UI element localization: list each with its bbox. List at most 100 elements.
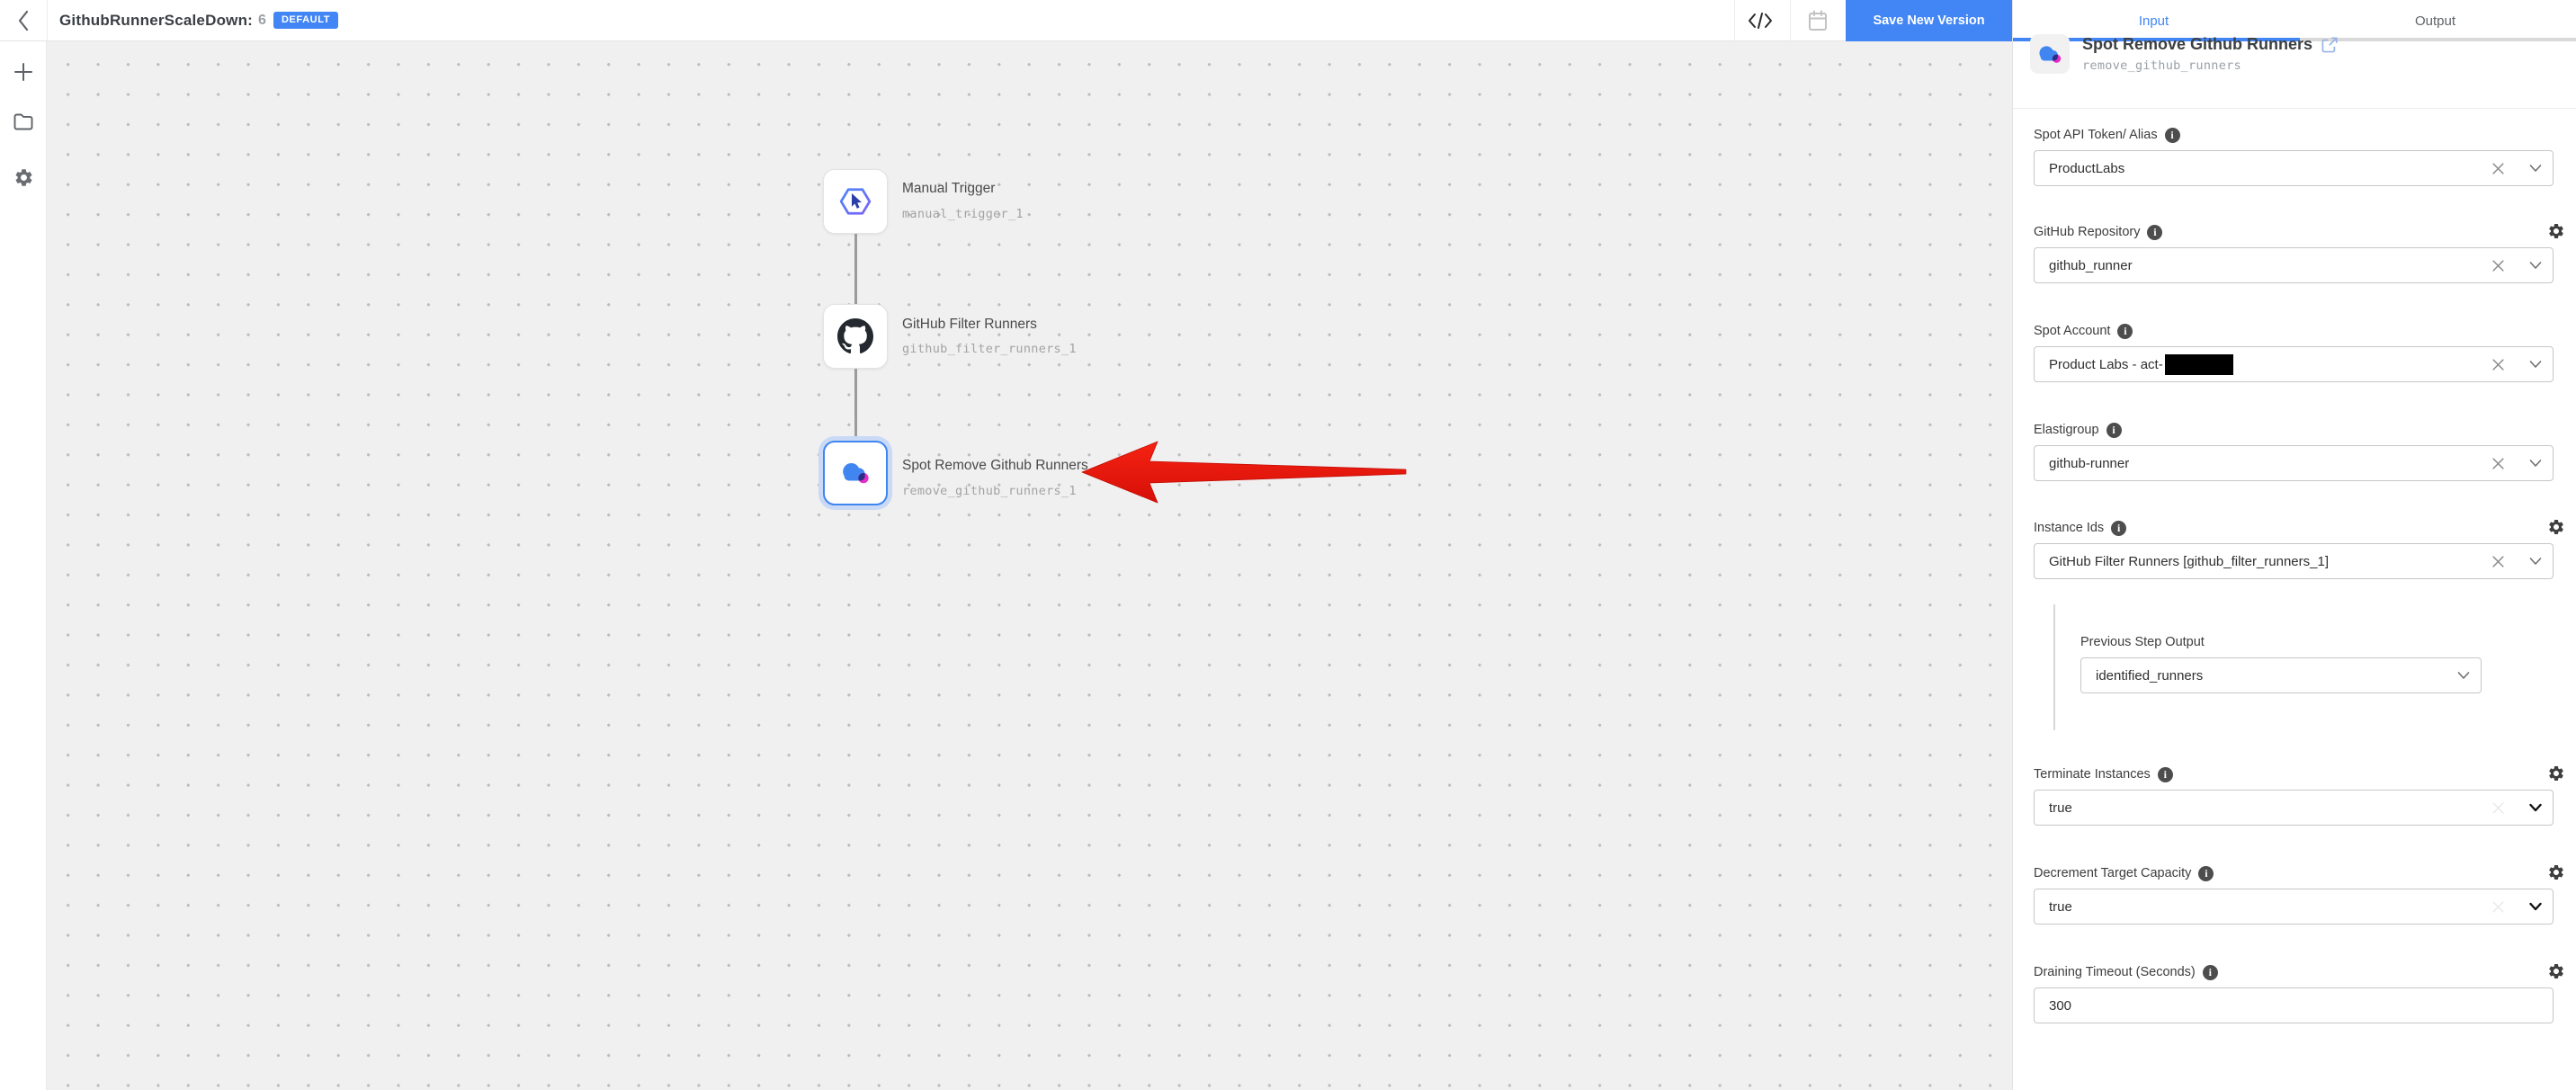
clear-icon[interactable]	[2491, 162, 2505, 175]
field-label: GitHub Repository	[2034, 225, 2140, 239]
field-value: Product Labs - act-	[2049, 357, 2163, 372]
field-value: identified_runners	[2096, 668, 2203, 683]
draining-timeout-input[interactable]: 300	[2034, 987, 2554, 1023]
chevron-down-icon[interactable]	[2529, 261, 2542, 270]
node-github-filter-runners[interactable]	[823, 304, 888, 369]
field-label: Elastigroup	[2034, 423, 2099, 437]
field-draining-timeout: Draining Timeout (Seconds) i 300	[2034, 963, 2554, 981]
step-icon-tile	[2030, 34, 2070, 74]
decrement-target-capacity-select[interactable]: true	[2034, 889, 2554, 925]
field-spot-api-token-alias: Spot API Token/ Alias i ProductLabs	[2034, 126, 2554, 144]
panel-header: Spot Remove Github Runners remove_github…	[2030, 34, 2338, 74]
tab-output-underline	[2300, 38, 2576, 41]
chevron-down-icon[interactable]	[2529, 360, 2542, 369]
github-repository-select[interactable]: github_runner	[2034, 247, 2554, 283]
schedule-button[interactable]	[1797, 0, 1838, 40]
step-config-panel: Input Output Spot Remove Github Runners	[2012, 0, 2576, 1090]
info-icon[interactable]: i	[2147, 225, 2162, 240]
node-step-id: github_filter_runners_1	[902, 342, 1077, 356]
workflow-version: 6	[258, 13, 266, 29]
clear-icon[interactable]	[2491, 457, 2505, 470]
panel-step-type: remove_github_runners	[2082, 58, 2338, 73]
chevron-down-icon[interactable]	[2529, 557, 2542, 566]
field-github-repository: GitHub Repository i github_runner	[2034, 223, 2554, 241]
code-icon	[1748, 13, 1773, 29]
field-label: Previous Step Output	[2080, 635, 2205, 649]
chevron-down-icon[interactable]	[2457, 671, 2470, 680]
gear-icon[interactable]	[2547, 962, 2565, 980]
info-icon[interactable]: i	[2165, 128, 2180, 143]
clear-icon[interactable]	[2491, 358, 2505, 371]
chevron-down-icon[interactable]	[2529, 459, 2542, 468]
toolbar-divider	[1734, 0, 1735, 40]
default-badge: DEFAULT	[273, 12, 338, 29]
gear-icon[interactable]	[2547, 222, 2565, 240]
info-icon[interactable]: i	[2203, 965, 2218, 980]
clear-icon[interactable]	[2491, 259, 2505, 272]
field-label: Spot Account	[2034, 324, 2110, 338]
gear-icon[interactable]	[2547, 863, 2565, 881]
redaction-bar	[2165, 354, 2233, 375]
panel-divider	[2013, 108, 2576, 109]
field-value: github-runner	[2049, 456, 2129, 471]
clear-icon	[2491, 801, 2505, 815]
info-icon[interactable]: i	[2106, 423, 2122, 438]
chevron-down-icon[interactable]	[2529, 803, 2542, 812]
node-spot-remove-github-runners[interactable]	[823, 441, 888, 505]
node-step-id: manual_trigger_1	[902, 207, 1024, 221]
add-step-button[interactable]	[5, 54, 41, 90]
gear-icon[interactable]	[2547, 518, 2565, 536]
elastigroup-select[interactable]: github-runner	[2034, 445, 2554, 481]
folder-icon	[13, 112, 34, 131]
chevron-down-icon[interactable]	[2529, 902, 2542, 911]
field-label: Spot API Token/ Alias	[2034, 128, 2158, 142]
previous-step-output-select[interactable]: identified_runners	[2080, 657, 2482, 693]
settings-button[interactable]	[5, 159, 41, 195]
spot-api-token-select[interactable]: ProductLabs	[2034, 150, 2554, 186]
info-icon[interactable]: i	[2117, 324, 2133, 339]
red-arrow-annotation	[1075, 436, 1417, 513]
chevron-down-icon[interactable]	[2529, 164, 2542, 173]
node-title: Spot Remove Github Runners	[902, 458, 1088, 474]
field-decrement-target-capacity: Decrement Target Capacity i true	[2034, 864, 2554, 882]
settings-gear-icon	[13, 167, 34, 188]
panel-title: Spot Remove Github Runners	[2082, 35, 2312, 54]
clear-icon	[2491, 900, 2505, 914]
instance-ids-select[interactable]: GitHub Filter Runners [github_filter_run…	[2034, 543, 2554, 579]
field-terminate-instances: Terminate Instances i true	[2034, 765, 2554, 783]
clear-icon[interactable]	[2491, 555, 2505, 568]
files-button[interactable]	[5, 103, 41, 139]
manual-trigger-icon	[838, 184, 872, 219]
gear-icon[interactable]	[2547, 764, 2565, 782]
save-new-version-button[interactable]: Save New Version	[1846, 0, 2012, 41]
spot-icon	[2036, 43, 2063, 66]
nested-group-line	[2053, 604, 2055, 730]
back-icon	[17, 10, 30, 31]
node-connector	[854, 369, 857, 437]
field-value: 300	[2049, 998, 2071, 1014]
field-value: GitHub Filter Runners [github_filter_run…	[2049, 554, 2329, 569]
workflow-canvas[interactable]: Manual Trigger manual_trigger_1 GitHub F…	[47, 41, 2012, 1090]
spot-account-select[interactable]: Product Labs - act-	[2034, 346, 2554, 382]
node-title: GitHub Filter Runners	[902, 317, 1037, 333]
node-manual-trigger[interactable]	[823, 169, 888, 234]
node-connector	[854, 234, 857, 304]
left-sidebar	[0, 41, 47, 1090]
field-elastigroup: Elastigroup i github-runner	[2034, 421, 2554, 439]
info-icon[interactable]: i	[2158, 767, 2173, 782]
info-icon[interactable]: i	[2198, 866, 2214, 881]
calendar-icon	[1808, 10, 1828, 31]
code-view-button[interactable]	[1740, 0, 1781, 40]
info-icon[interactable]: i	[2111, 521, 2126, 536]
top-bar: GithubRunnerScaleDown: 6 DEFAULT Save Ne…	[0, 0, 2012, 41]
field-instance-ids: Instance Ids i GitHub Filter Runners [gi…	[2034, 519, 2554, 537]
back-button[interactable]	[0, 0, 48, 40]
node-title: Manual Trigger	[902, 181, 995, 197]
workflow-title: GithubRunnerScaleDown:	[59, 12, 253, 30]
workflow-editor-window: GithubRunnerScaleDown: 6 DEFAULT Save Ne…	[0, 0, 2576, 1090]
field-spot-account: Spot Account i Product Labs - act-	[2034, 322, 2554, 340]
workflow-title-group: GithubRunnerScaleDown: 6 DEFAULT	[59, 0, 338, 40]
field-label: Instance Ids	[2034, 521, 2104, 535]
external-link-icon[interactable]	[2321, 37, 2338, 53]
terminate-instances-select[interactable]: true	[2034, 790, 2554, 826]
